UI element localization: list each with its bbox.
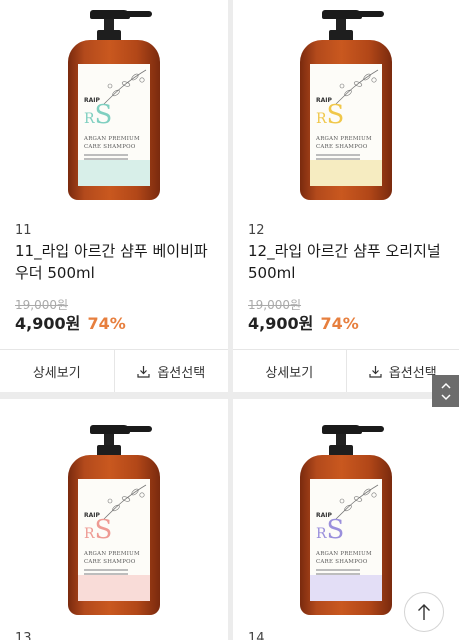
bottle-text-line-2: CARE SHAMPOO <box>316 144 368 150</box>
card-actions: 상세보기 옵션선택 <box>233 349 459 392</box>
option-select-button[interactable]: 옵션선택 <box>113 350 229 392</box>
bottle-logo: RS <box>316 515 345 545</box>
discount-rate: 74% <box>320 314 359 333</box>
bottle-text-line-1: ARGAN PREMIUM <box>316 136 372 142</box>
product-image[interactable]: RAIP RS ARGAN PREMIUM CARE SHAMPOO <box>0 0 228 206</box>
bottle-logo: RS <box>316 100 345 130</box>
product-number: 14 <box>248 631 265 640</box>
download-icon <box>369 365 382 378</box>
product-number: 12 <box>248 223 265 238</box>
download-icon <box>137 365 150 378</box>
product-image[interactable]: RAIP RS ARGAN PREMIUM CARE SHAMPOO <box>0 415 228 621</box>
bottle-text-line-1: ARGAN PREMIUM <box>316 551 372 557</box>
product-name[interactable]: 11_라입 아르간 샴푸 베이비파우더 500ml <box>15 240 215 284</box>
bottle-text-line-2: CARE SHAMPOO <box>84 144 136 150</box>
shampoo-bottle-image: RAIP RS ARGAN PREMIUM CARE SHAMPOO <box>298 415 394 621</box>
bottle-text-line-2: CARE SHAMPOO <box>316 559 368 565</box>
product-number: 11 <box>15 223 32 238</box>
sale-price: 4,900원 <box>248 314 314 333</box>
card-actions: 상세보기 옵션선택 <box>0 349 228 392</box>
bottle-logo: RS <box>84 100 113 130</box>
arrow-up-icon <box>418 604 430 620</box>
bottle-logo: RS <box>84 515 113 545</box>
product-card[interactable]: RAIP RS ARGAN PREMIUM CARE SHAMPOO 13 <box>0 399 228 640</box>
discount-rate: 74% <box>87 314 126 333</box>
chevron-down-icon[interactable] <box>440 393 451 401</box>
sale-price: 4,900원 <box>15 314 81 333</box>
product-card[interactable]: RAIP RS ARGAN PREMIUM CARE SHAMPOO 12 12… <box>233 0 459 392</box>
product-card[interactable]: RAIP RS ARGAN PREMIUM CARE SHAMPOO 11 11… <box>0 0 228 392</box>
detail-button[interactable]: 상세보기 <box>233 350 346 392</box>
detail-button[interactable]: 상세보기 <box>0 350 114 392</box>
back-to-top-button[interactable] <box>404 592 444 632</box>
bottle-text-line-1: ARGAN PREMIUM <box>84 551 140 557</box>
product-image[interactable]: RAIP RS ARGAN PREMIUM CARE SHAMPOO <box>233 415 459 621</box>
product-number: 13 <box>15 631 32 640</box>
scroll-control[interactable] <box>432 375 459 407</box>
bottle-text-line-2: CARE SHAMPOO <box>84 559 136 565</box>
price-row: 4,900원 74% <box>248 310 359 334</box>
product-image[interactable]: RAIP RS ARGAN PREMIUM CARE SHAMPOO <box>233 0 459 206</box>
product-name[interactable]: 12_라입 아르간 샴푸 오리지널 500ml <box>248 240 448 284</box>
product-grid: RAIP RS ARGAN PREMIUM CARE SHAMPOO 11 11… <box>0 0 459 640</box>
shampoo-bottle-image: RAIP RS ARGAN PREMIUM CARE SHAMPOO <box>66 415 162 621</box>
shampoo-bottle-image: RAIP RS ARGAN PREMIUM CARE SHAMPOO <box>66 0 162 206</box>
chevron-up-icon[interactable] <box>440 382 451 389</box>
bottle-text-line-1: ARGAN PREMIUM <box>84 136 140 142</box>
price-row: 4,900원 74% <box>15 310 126 334</box>
shampoo-bottle-image: RAIP RS ARGAN PREMIUM CARE SHAMPOO <box>298 0 394 206</box>
